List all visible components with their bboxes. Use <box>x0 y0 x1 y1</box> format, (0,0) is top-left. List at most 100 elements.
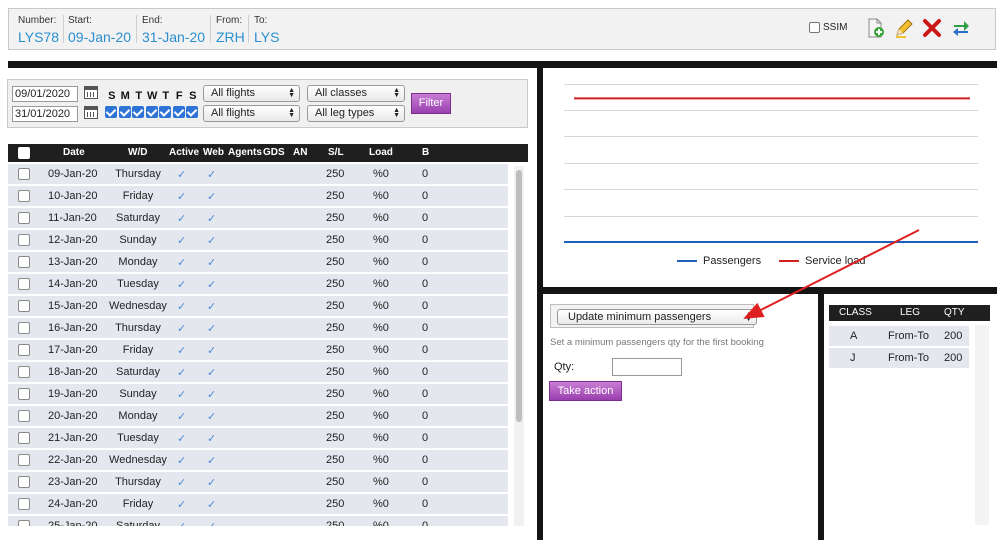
row-checkbox[interactable] <box>18 344 30 356</box>
date-from-input[interactable]: 09/01/2020 <box>12 86 78 102</box>
column-header[interactable]: Web <box>203 147 224 158</box>
column-header[interactable]: B <box>422 147 429 158</box>
leg-cell: From-To <box>888 330 929 342</box>
ssim-toggle[interactable]: SSIM <box>809 22 847 33</box>
column-header[interactable]: AN <box>293 147 307 158</box>
table-row[interactable]: 24-Jan-20 Friday ✓ ✓ 250 %0 0 <box>8 494 508 514</box>
table-row[interactable]: 21-Jan-20 Tuesday ✓ ✓ 250 %0 0 <box>8 428 508 448</box>
sl-cell: 250 <box>326 476 345 488</box>
row-checkbox[interactable] <box>18 476 30 488</box>
divider <box>248 15 249 43</box>
date-cell: 21-Jan-20 <box>48 432 98 444</box>
ssim-checkbox[interactable] <box>809 22 820 33</box>
row-checkbox[interactable] <box>18 168 30 180</box>
qty-input[interactable] <box>612 358 682 376</box>
row-checkbox[interactable] <box>18 190 30 202</box>
add-document-icon[interactable] <box>865 18 885 38</box>
table-row[interactable]: 25-Jan-20 Saturday ✓ ✓ 250 %0 0 <box>8 516 508 526</box>
scrollbar-thumb[interactable] <box>516 170 522 422</box>
b-cell: 0 <box>422 322 429 334</box>
row-checkbox[interactable] <box>18 410 30 422</box>
b-cell: 0 <box>422 498 429 510</box>
date-cell: 23-Jan-20 <box>48 476 98 488</box>
row-checkbox[interactable] <box>18 322 30 334</box>
row-checkbox[interactable] <box>18 520 30 526</box>
row-checkbox[interactable] <box>18 212 30 224</box>
table-row[interactable]: 18-Jan-20 Saturday ✓ ✓ 250 %0 0 <box>8 362 508 382</box>
weekday-checkbox[interactable] <box>145 106 158 118</box>
weekday-checkbox[interactable] <box>118 106 131 118</box>
table-row[interactable]: 13-Jan-20 Monday ✓ ✓ 250 %0 0 <box>8 252 508 272</box>
active-check-icon: ✓ <box>177 279 187 291</box>
column-header[interactable]: S/L <box>328 147 344 158</box>
b-cell: 0 <box>422 344 429 356</box>
table-row[interactable]: 11-Jan-20 Saturday ✓ ✓ 250 %0 0 <box>8 208 508 228</box>
table-row[interactable]: 22-Jan-20 Wednesday ✓ ✓ 250 %0 0 <box>8 450 508 470</box>
table-row[interactable]: 15-Jan-20 Wednesday ✓ ✓ 250 %0 0 <box>8 296 508 316</box>
calendar-icon[interactable] <box>84 106 98 119</box>
row-checkbox[interactable] <box>18 432 30 444</box>
classes-select[interactable]: All classes ▲ ▼ <box>307 85 405 102</box>
date-to-input[interactable]: 31/01/2020 <box>12 106 78 122</box>
filter-button[interactable]: Filter <box>411 93 451 114</box>
row-checkbox[interactable] <box>18 234 30 246</box>
column-header[interactable]: Date <box>63 147 85 158</box>
row-checkbox[interactable] <box>18 388 30 400</box>
web-check-icon: ✓ <box>207 345 217 357</box>
table-row[interactable]: J From-To 200 <box>829 348 969 368</box>
table-scrollbar[interactable] <box>514 166 524 526</box>
weekday-checkbox[interactable] <box>105 106 117 118</box>
row-checkbox[interactable] <box>18 256 30 268</box>
active-check-icon: ✓ <box>177 235 187 247</box>
legend-item-service-load: Service load <box>779 255 866 267</box>
action-select[interactable]: Update minimum passengers ▲ ▼ <box>557 309 757 325</box>
flights-select-2[interactable]: All flights ▲ ▼ <box>203 105 300 122</box>
column-header[interactable]: Active <box>169 147 199 158</box>
delete-x-icon[interactable] <box>922 18 942 38</box>
row-checkbox[interactable] <box>18 300 30 312</box>
divider <box>63 15 64 43</box>
table-row[interactable]: 23-Jan-20 Thursday ✓ ✓ 250 %0 0 <box>8 472 508 492</box>
table-row[interactable]: 19-Jan-20 Sunday ✓ ✓ 250 %0 0 <box>8 384 508 404</box>
row-checkbox[interactable] <box>18 498 30 510</box>
class-table-scrollbar[interactable] <box>975 325 989 525</box>
flights-select[interactable]: All flights ▲ ▼ <box>203 85 300 102</box>
date-cell: 11-Jan-20 <box>48 212 97 224</box>
take-action-button[interactable]: Take action <box>549 381 622 401</box>
weekday-cell: Thursday <box>115 476 161 488</box>
weekday-checkbox[interactable] <box>186 106 198 118</box>
edit-pencil-icon[interactable] <box>894 18 914 38</box>
updown-arrows-icon: ▲ ▼ <box>745 311 752 323</box>
table-row[interactable]: 17-Jan-20 Friday ✓ ✓ 250 %0 0 <box>8 340 508 360</box>
column-header[interactable]: GDS <box>263 147 285 158</box>
weekday-cell: Friday <box>122 344 154 356</box>
to-label: To: <box>254 15 268 26</box>
web-check-icon: ✓ <box>207 191 217 203</box>
table-row[interactable]: 16-Jan-20 Thursday ✓ ✓ 250 %0 0 <box>8 318 508 338</box>
calendar-icon[interactable] <box>84 86 98 99</box>
weekday-checkbox[interactable] <box>172 106 185 118</box>
swap-arrows-icon[interactable] <box>951 18 971 38</box>
date-cell: 16-Jan-20 <box>48 322 98 334</box>
action-select-value: Update minimum passengers <box>568 311 712 323</box>
table-row[interactable]: 20-Jan-20 Monday ✓ ✓ 250 %0 0 <box>8 406 508 426</box>
b-cell: 0 <box>422 168 429 180</box>
load-cell: %0 <box>373 300 389 312</box>
table-row[interactable]: 14-Jan-20 Tuesday ✓ ✓ 250 %0 0 <box>8 274 508 294</box>
select-all-checkbox[interactable] <box>18 147 30 159</box>
table-row[interactable]: 10-Jan-20 Friday ✓ ✓ 250 %0 0 <box>8 186 508 206</box>
table-row[interactable]: 12-Jan-20 Sunday ✓ ✓ 250 %0 0 <box>8 230 508 250</box>
row-checkbox[interactable] <box>18 366 30 378</box>
column-header[interactable]: Agents <box>228 147 262 158</box>
table-row[interactable]: 09-Jan-20 Thursday ✓ ✓ 250 %0 0 <box>8 164 508 184</box>
row-checkbox[interactable] <box>18 454 30 466</box>
column-header[interactable]: Load <box>369 147 393 158</box>
column-header[interactable]: W/D <box>128 147 147 158</box>
table-row[interactable]: A From-To 200 <box>829 326 969 346</box>
weekday-checkbox[interactable] <box>159 106 171 118</box>
updown-arrows-icon: ▲ ▼ <box>288 87 295 99</box>
b-cell: 0 <box>422 432 429 444</box>
weekday-checkbox[interactable] <box>132 106 144 118</box>
row-checkbox[interactable] <box>18 278 30 290</box>
leg-types-select[interactable]: All leg types ▲ ▼ <box>307 105 405 122</box>
